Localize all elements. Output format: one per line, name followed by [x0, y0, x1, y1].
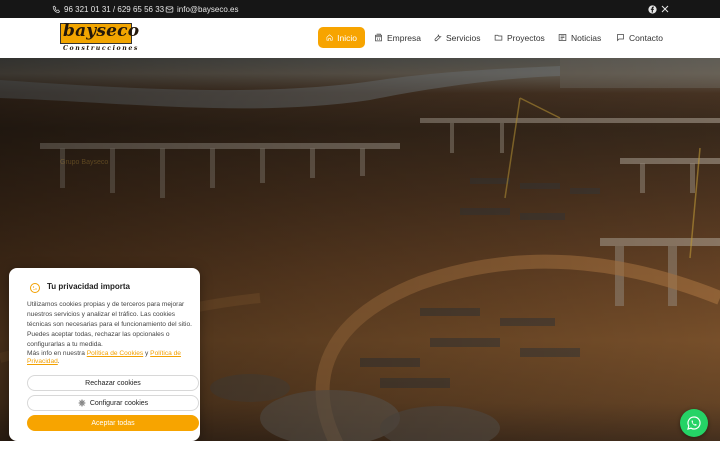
site-header: bayseco Construcciones Inicio Empresa Se…: [0, 18, 720, 58]
hero-ghost-text: Grupo Bayseco: [60, 159, 109, 166]
phone-icon: [52, 5, 60, 13]
cookie-policy-link[interactable]: Política de Cookies: [87, 350, 143, 357]
bayseco-logo[interactable]: bayseco Construcciones: [60, 21, 139, 53]
nav-label: Contacto: [629, 32, 664, 43]
nav-item-contacto[interactable]: Contacto: [608, 27, 671, 48]
more-prefix: Más info en nuestra: [27, 350, 87, 357]
chat-icon: [617, 34, 624, 42]
page-bottom-strip: [0, 441, 720, 450]
phone-text: 96 321 01 31 / 629 65 56 33: [64, 4, 165, 14]
nav-label: Inicio: [337, 32, 357, 43]
building-icon: [375, 33, 382, 42]
nav-item-proyectos[interactable]: Proyectos: [486, 27, 553, 48]
cookie-consent-dialog: Tu privacidad importa Utilizamos cookies…: [9, 268, 200, 441]
folder-icon: [494, 34, 503, 41]
x-icon[interactable]: [659, 0, 671, 18]
nav-item-servicios[interactable]: Servicios: [425, 27, 488, 48]
facebook-icon[interactable]: [646, 0, 658, 18]
phone-link[interactable]: 96 321 01 31 / 629 65 56 33: [52, 0, 164, 18]
cookie-more-info: Más info en nuestra Política de Cookies …: [27, 350, 199, 366]
accept-label: Aceptar todas: [91, 419, 135, 427]
configure-cookies-button[interactable]: Configurar cookies: [27, 395, 199, 411]
nav-item-empresa[interactable]: Empresa: [366, 27, 429, 48]
whatsapp-button[interactable]: [680, 409, 708, 437]
top-bar: 96 321 01 31 / 629 65 56 33 info@bayseco…: [0, 0, 720, 18]
reject-cookies-button[interactable]: Rechazar cookies: [27, 375, 199, 391]
whatsapp-icon: [687, 416, 701, 430]
cookie-icon: [30, 283, 40, 293]
period-text: .: [57, 358, 60, 365]
logo-tagline: Construcciones: [63, 45, 139, 52]
newspaper-icon: [558, 34, 567, 41]
email-link[interactable]: info@bayseco.es: [165, 0, 239, 18]
configure-label: Configurar cookies: [89, 399, 149, 407]
accept-all-cookies-button[interactable]: Aceptar todas: [27, 415, 199, 431]
mail-icon: [165, 6, 174, 12]
nav-label: Noticias: [571, 32, 602, 43]
nav-label: Servicios: [446, 32, 481, 43]
nav-item-noticias[interactable]: Noticias: [550, 27, 609, 48]
reject-label: Rechazar cookies: [85, 379, 141, 387]
nav-item-inicio[interactable]: Inicio: [318, 27, 365, 48]
cookie-title: Tu privacidad importa: [47, 282, 130, 291]
logo-brand: bayseco: [63, 21, 140, 41]
cookie-body: Utilizamos cookies propias y de terceros…: [27, 301, 192, 348]
email-text: info@bayseco.es: [177, 4, 239, 14]
wrench-icon: [434, 34, 442, 42]
nav-label: Proyectos: [507, 32, 545, 43]
home-icon: [326, 34, 333, 41]
nav-label: Empresa: [387, 32, 422, 43]
gear-icon: [78, 399, 86, 407]
